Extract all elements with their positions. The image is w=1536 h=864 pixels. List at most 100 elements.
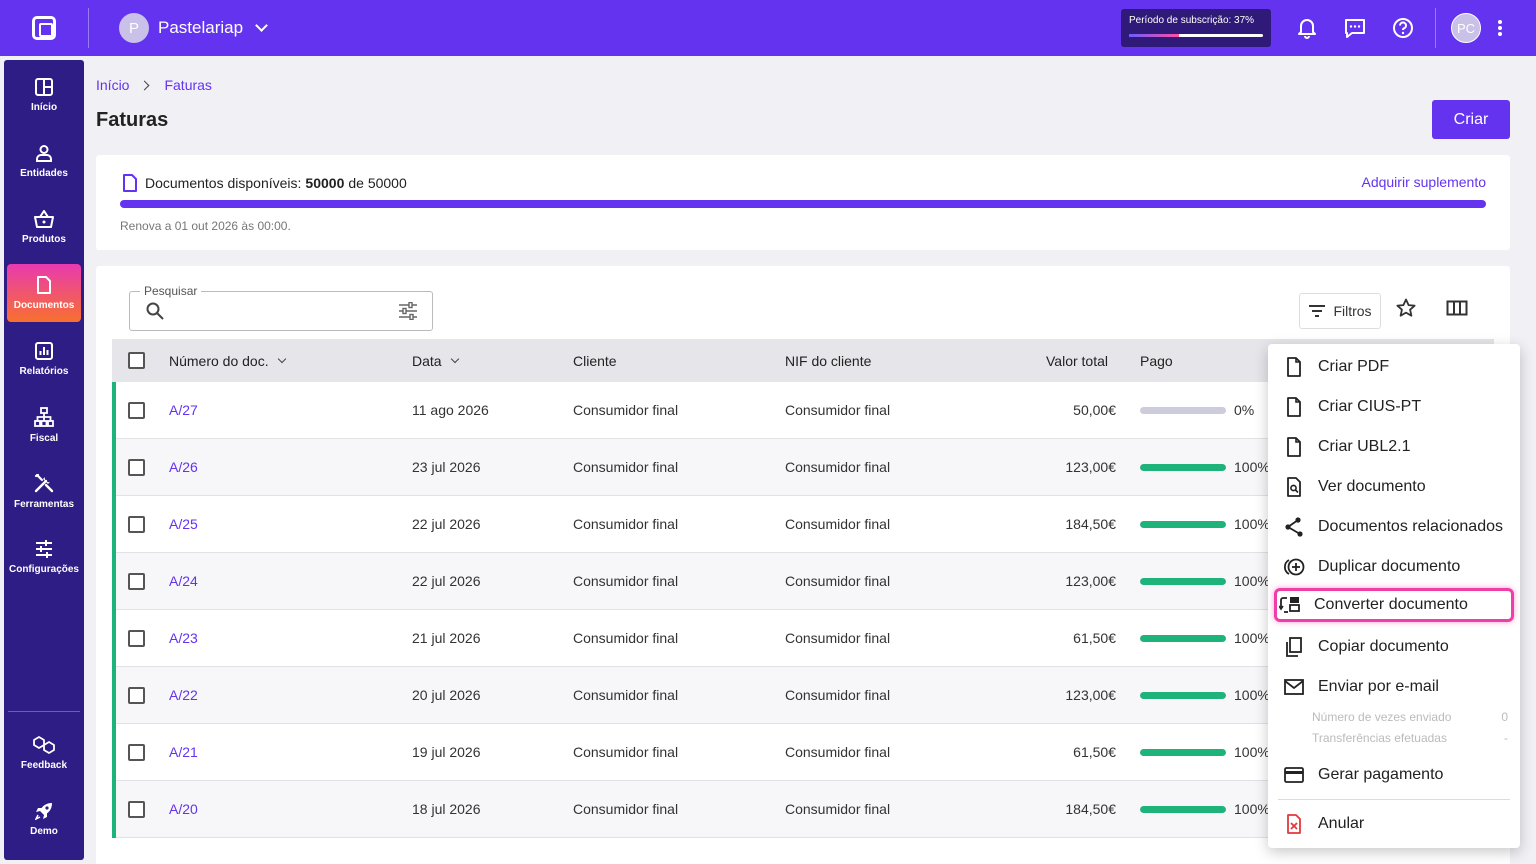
filter-icon	[1309, 305, 1326, 317]
sidebar-item-entidades[interactable]: Entidades	[7, 132, 81, 190]
document-icon	[123, 174, 137, 192]
paid-percent: 100%	[1234, 687, 1270, 703]
user-avatar[interactable]: PC	[1451, 13, 1481, 43]
menu-divider	[1278, 799, 1510, 800]
file-icon	[1287, 437, 1301, 457]
column-header-date[interactable]: Data	[412, 353, 459, 369]
search-input[interactable]: Pesquisar	[129, 284, 433, 331]
doc-total: 123,00€	[1065, 459, 1116, 475]
create-button[interactable]: Criar	[1432, 100, 1510, 139]
breadcrumb-home[interactable]: Início	[96, 77, 129, 93]
subscription-progress-fill	[1129, 34, 1179, 37]
documents-available-count: 50000	[305, 175, 345, 191]
menu-item-label: Criar PDF	[1318, 358, 1390, 375]
chart-icon	[35, 341, 53, 360]
sidebar-item-demo[interactable]: Demo	[7, 790, 81, 848]
subscription-progress	[1129, 34, 1263, 37]
sidebar-item-label: Demo	[30, 825, 58, 837]
basket-icon	[34, 209, 54, 228]
sidebar-item-configuracoes[interactable]: Configurações	[7, 528, 81, 586]
doc-number-link[interactable]: A/24	[169, 573, 198, 589]
doc-number-link[interactable]: A/23	[169, 630, 198, 646]
doc-client: Consumidor final	[573, 459, 679, 475]
doc-number-link[interactable]: A/20	[169, 801, 198, 817]
row-checkbox[interactable]	[128, 402, 145, 419]
doc-number-link[interactable]: A/22	[169, 687, 198, 703]
select-all-checkbox[interactable]	[128, 352, 145, 369]
paid-progress	[1140, 692, 1226, 699]
chat-icon[interactable]	[1341, 14, 1369, 42]
sidebar-divider	[8, 711, 80, 712]
paid-percent: 100%	[1234, 801, 1270, 817]
column-header-total[interactable]: Valor total	[1046, 353, 1108, 369]
menu-item-label: Anular	[1318, 815, 1365, 832]
doc-date: 19 jul 2026	[412, 744, 481, 760]
breadcrumb-current[interactable]: Faturas	[164, 77, 211, 93]
menu-item-label: Ver documento	[1318, 478, 1426, 495]
doc-total: 50,00€	[1073, 402, 1116, 418]
row-checkbox[interactable]	[128, 801, 145, 818]
sidebar-item-feedback[interactable]: Feedback	[7, 724, 81, 782]
subscription-period[interactable]: Período de subscrição: 37%	[1121, 9, 1271, 47]
sidebar-item-produtos[interactable]: Produtos	[7, 198, 81, 256]
row-checkbox[interactable]	[128, 516, 145, 533]
menu-item-cancel[interactable]: Anular	[1278, 807, 1510, 841]
bell-icon[interactable]	[1293, 14, 1321, 42]
row-checkbox[interactable]	[128, 687, 145, 704]
doc-number-link[interactable]: A/27	[169, 402, 198, 418]
menu-item-duplicate-document[interactable]: Duplicar documento	[1278, 550, 1510, 584]
doc-date: 11 ago 2026	[412, 402, 489, 418]
doc-number-link[interactable]: A/26	[169, 459, 198, 475]
menu-item-generate-payment[interactable]: Gerar pagamento	[1278, 758, 1510, 792]
row-checkbox[interactable]	[128, 630, 145, 647]
filters-button[interactable]: Filtros	[1299, 293, 1381, 329]
doc-client-nif: Consumidor final	[785, 459, 891, 475]
columns-icon[interactable]	[1446, 300, 1468, 316]
column-header-number[interactable]: Número do doc.	[169, 353, 286, 369]
menu-item-copy-document[interactable]: Copiar documento	[1278, 630, 1510, 664]
column-header-client[interactable]: Cliente	[573, 353, 617, 369]
sidebar-item-inicio[interactable]: Início	[7, 66, 81, 124]
company-selector[interactable]: P Pastelariap	[119, 13, 268, 43]
menu-item-related-documents[interactable]: Documentos relacionados	[1278, 510, 1510, 544]
row-checkbox[interactable]	[128, 573, 145, 590]
app-logo[interactable]	[0, 0, 88, 56]
menu-item-create-ubl[interactable]: Criar UBL2.1	[1278, 430, 1510, 464]
menu-item-view-document[interactable]: Ver documento	[1278, 470, 1510, 504]
documents-progress	[120, 200, 1486, 208]
doc-number-link[interactable]: A/21	[169, 744, 198, 760]
star-icon[interactable]	[1396, 298, 1416, 318]
buy-supplement-link[interactable]: Adquirir suplemento	[1361, 174, 1486, 190]
menu-item-send-email[interactable]: Enviar por e-mail	[1278, 670, 1510, 704]
sidebar-item-ferramentas[interactable]: Ferramentas	[7, 462, 81, 520]
row-checkbox[interactable]	[128, 459, 145, 476]
paid-progress-fill	[1140, 578, 1226, 585]
sidebar-item-relatorios[interactable]: Relatórios	[7, 330, 81, 388]
help-icon[interactable]	[1389, 14, 1417, 42]
menu-item-convert-document[interactable]: Converter documento	[1274, 588, 1514, 622]
sidebar-item-fiscal[interactable]: Fiscal	[7, 396, 81, 454]
menu-item-create-cius-pt[interactable]: Criar CIUS-PT	[1278, 390, 1510, 424]
sliders-icon	[36, 539, 52, 558]
column-header-paid[interactable]: Pago	[1140, 353, 1173, 369]
document-actions-menu: Criar PDF Criar CIUS-PT Criar UBL2.1 Ver…	[1268, 344, 1520, 848]
rocket-icon	[35, 802, 52, 820]
row-checkbox[interactable]	[128, 744, 145, 761]
chevron-right-icon	[140, 80, 150, 90]
email-transfers-count: Transferências efetuadas -	[1312, 731, 1508, 745]
sidebar-item-label: Entidades	[20, 167, 68, 179]
menu-item-label: Criar CIUS-PT	[1318, 398, 1422, 415]
sidebar-item-documentos[interactable]: Documentos	[7, 264, 81, 322]
doc-date: 18 jul 2026	[412, 801, 481, 817]
doc-number-link[interactable]: A/25	[169, 516, 198, 532]
column-header-label: Número do doc.	[169, 353, 269, 369]
menu-item-label: Documentos relacionados	[1318, 518, 1503, 535]
tune-icon[interactable]	[398, 302, 418, 320]
more-vertical-icon[interactable]	[1486, 14, 1514, 42]
paid-progress-fill	[1140, 464, 1226, 471]
doc-date: 23 jul 2026	[412, 459, 481, 475]
menu-item-create-pdf[interactable]: Criar PDF	[1278, 350, 1510, 384]
sidebar: Início Entidades Produtos Documentos Rel…	[4, 60, 84, 860]
doc-date: 20 jul 2026	[412, 687, 481, 703]
column-header-nif[interactable]: NIF do cliente	[785, 353, 871, 369]
